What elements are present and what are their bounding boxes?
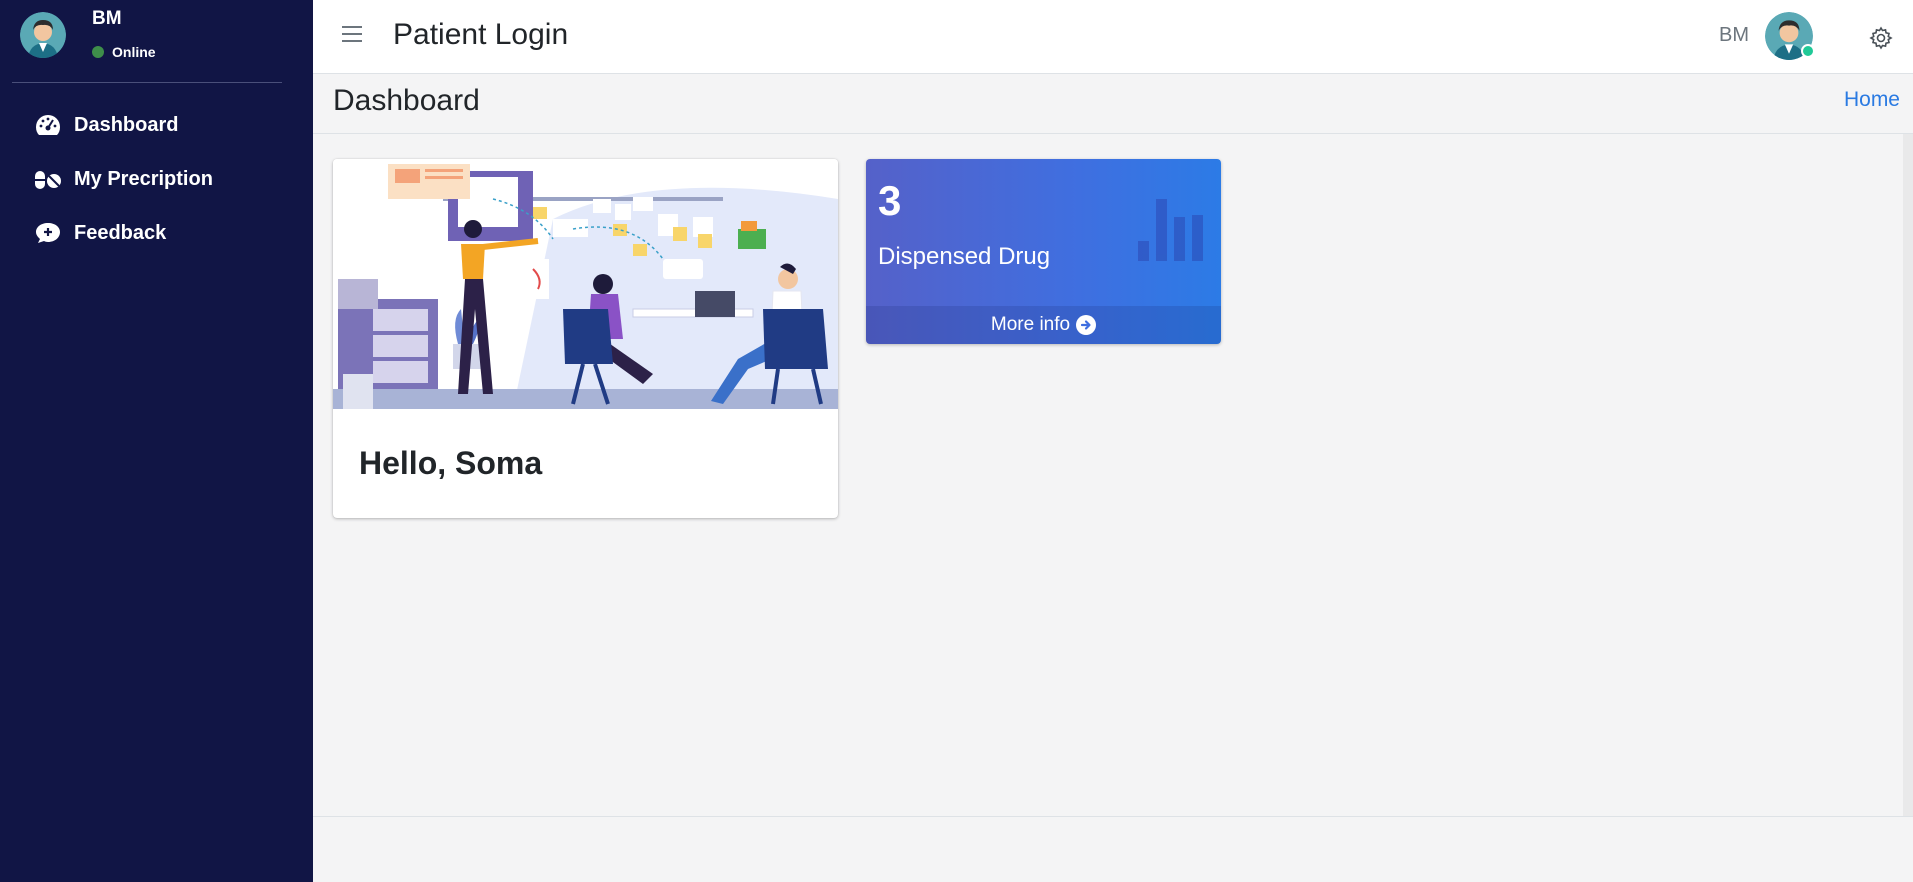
user-avatar[interactable] [20, 12, 66, 58]
sidebar-item-label: My Precription [74, 167, 213, 190]
sidebar-nav: Dashboard My Precription Feedback [0, 98, 313, 260]
sidebar-divider [12, 82, 282, 83]
breadcrumb-home-link[interactable]: Home [1844, 88, 1900, 112]
user-status-label: Online [112, 44, 156, 60]
sidebar-item-label: Dashboard [74, 113, 179, 136]
sidebar: BM Online Dashboard My Precription Feedb… [0, 0, 313, 882]
page-footer [313, 816, 1913, 882]
dispensed-drug-info-box: 3 Dispensed Drug More info [866, 159, 1221, 344]
hamburger-menu-icon[interactable] [342, 26, 362, 46]
user-status: Online [92, 44, 156, 60]
header-avatar[interactable] [1765, 12, 1815, 60]
user-name[interactable]: BM [92, 8, 122, 30]
sidebar-item-label: Feedback [74, 221, 167, 244]
tachometer-icon [34, 113, 62, 137]
dispensed-drug-count: 3 [878, 177, 902, 224]
bar-chart-icon [1138, 199, 1204, 261]
sidebar-item-my-precription[interactable]: My Precription [0, 152, 313, 206]
dispensed-drug-label: Dispensed Drug [878, 243, 1051, 270]
page-title: Dashboard [333, 84, 480, 117]
sidebar-item-feedback[interactable]: Feedback [0, 206, 313, 260]
online-indicator [1801, 44, 1815, 58]
welcome-greeting: Hello, Soma [359, 445, 543, 481]
more-info-label: More info [990, 314, 1071, 335]
header-user-name[interactable]: BM [1719, 24, 1749, 47]
arrow-circle-right-icon [1076, 315, 1097, 335]
pills-icon [34, 167, 62, 191]
online-status-dot [92, 46, 104, 58]
page-header-title: Patient Login [393, 18, 569, 51]
top-navbar: Patient Login BM [313, 0, 1913, 74]
more-info-link[interactable]: More info [866, 306, 1221, 344]
sidebar-item-dashboard[interactable]: Dashboard [0, 98, 313, 152]
content-header: Dashboard Home [313, 74, 1913, 134]
office-illustration [333, 159, 838, 409]
vertical-scrollbar[interactable] [1903, 134, 1913, 816]
gear-icon[interactable] [1869, 26, 1893, 50]
comment-plus-icon [34, 221, 62, 245]
welcome-card: Hello, Soma [333, 159, 838, 518]
user-panel: BM Online [0, 0, 313, 82]
